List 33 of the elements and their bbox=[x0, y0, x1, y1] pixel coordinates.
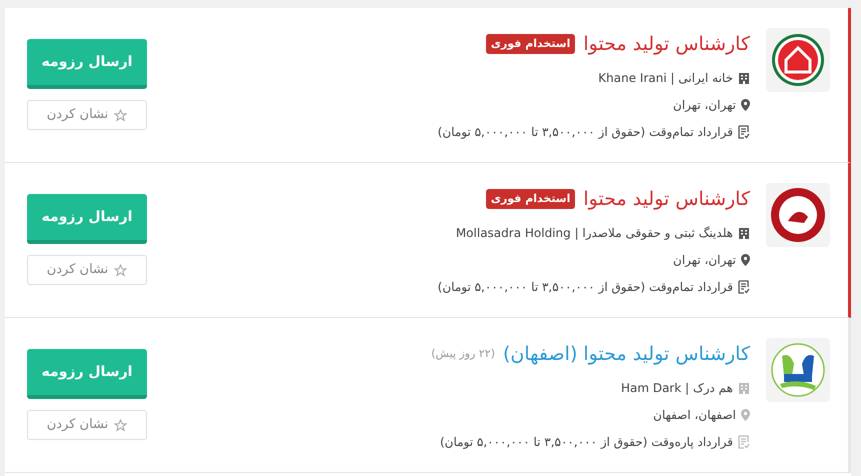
location-pin-icon bbox=[741, 99, 750, 111]
contract-icon bbox=[738, 125, 750, 139]
job-title[interactable]: کارشناس تولید محتوا (اصفهان) bbox=[503, 340, 750, 368]
contract-icon bbox=[738, 280, 750, 294]
job-location: تهران، تهران bbox=[673, 252, 736, 269]
job-title[interactable]: کارشناس تولید محتوا bbox=[583, 30, 750, 58]
company-name: هم درک | Ham Dark bbox=[620, 380, 733, 397]
bookmark-button[interactable]: نشان کردن bbox=[27, 255, 147, 285]
send-resume-button[interactable]: ارسال رزومه bbox=[27, 194, 147, 244]
star-icon bbox=[114, 264, 128, 276]
contract-info: قرارداد تمام‌وقت (حقوق از ۳,۵۰۰,۰۰۰ تا ۵,۰۰۰,۰۰۰ تومان) bbox=[438, 124, 733, 141]
star-icon bbox=[114, 108, 128, 122]
bookmark-button[interactable]: نشان کردن bbox=[27, 100, 147, 130]
company-name: هلدینگ ثبتی و حقوقی ملاصدرا | Mollasadra Holding bbox=[456, 225, 733, 242]
urgent-badge: استخدام فوری bbox=[486, 188, 576, 210]
company-name: خانه ایرانی | Khane Irani bbox=[598, 70, 733, 87]
building-icon bbox=[738, 72, 750, 84]
star-icon bbox=[114, 418, 128, 432]
send-resume-button[interactable]: ارسال رزومه bbox=[27, 349, 147, 399]
contract-info: قرارداد تمام‌وقت (حقوق از ۳,۵۰۰,۰۰۰ تا ۵,۰۰۰,۰۰۰ تومان) bbox=[438, 279, 733, 296]
location-pin-icon bbox=[741, 254, 750, 266]
contract-info: قرارداد پاره‌وقت (حقوق از ۳,۵۰۰,۰۰۰ تا ۵,۰۰۰,۰۰۰ تومان) bbox=[440, 434, 733, 451]
contract-icon bbox=[738, 435, 750, 449]
job-location: اصفهان، اصفهان bbox=[653, 407, 736, 424]
building-icon bbox=[738, 382, 750, 394]
posted-time: (۲۲ روز پیش) bbox=[431, 346, 496, 362]
bookmark-button[interactable]: نشان کردن bbox=[27, 410, 147, 440]
job-location: تهران، تهران bbox=[673, 97, 736, 114]
urgent-badge: استخدام فوری bbox=[486, 34, 576, 54]
job-title[interactable]: کارشناس تولید محتوا bbox=[583, 184, 750, 214]
send-resume-button[interactable]: ارسال رزومه bbox=[27, 39, 147, 89]
location-pin-icon bbox=[741, 409, 750, 421]
building-icon bbox=[738, 227, 750, 239]
